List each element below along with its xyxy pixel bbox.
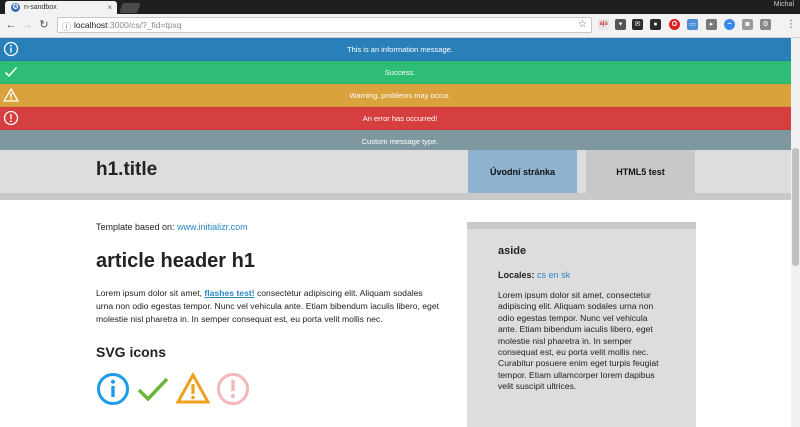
flash-text: Custom message type. xyxy=(361,136,439,146)
url-host: localhost xyxy=(74,20,108,30)
extension-mail-icon[interactable]: ✉ xyxy=(632,19,643,30)
favicon-icon: ✪ xyxy=(11,3,20,12)
flash-error[interactable]: An error has occurred! xyxy=(0,107,800,130)
aside-panel: aside Locales: cs en sk Lorem ipsum dolo… xyxy=(467,222,696,427)
flashes-test-link[interactable]: flashes test! xyxy=(204,288,254,298)
main-article: Template based on: www.initializr.com ar… xyxy=(96,222,441,406)
aside-paragraph: Lorem ipsum dolor sit amet, consectetur … xyxy=(498,290,659,392)
url-text: localhost:3000/cs/?_fid=tpxq xyxy=(74,20,182,30)
browser-menu-icon[interactable]: ⋮ xyxy=(786,19,796,30)
template-prefix: Template based on: xyxy=(96,222,178,232)
extension-messenger-icon[interactable]: ~ xyxy=(724,19,735,30)
locales-line: Locales: cs en sk xyxy=(498,270,668,280)
extension-monitor-icon[interactable]: ▭ xyxy=(687,19,698,30)
nav-item-home[interactable]: Úvodní stránka xyxy=(468,150,577,193)
forward-arrow-icon[interactable]: → xyxy=(20,18,34,32)
tab-close-icon[interactable]: × xyxy=(107,3,112,12)
locales-label: Locales: xyxy=(498,270,535,280)
flash-info[interactable]: This is an information message. xyxy=(0,38,800,61)
svg-icons-heading: SVG icons xyxy=(96,344,167,360)
page-scrollbar[interactable] xyxy=(791,38,800,427)
flash-messages: This is an information message. Success.… xyxy=(0,38,800,153)
flash-text: This is an information message. xyxy=(347,44,453,54)
nav-item-html5-test[interactable]: HTML5 test xyxy=(586,150,695,193)
warning-triangle-icon xyxy=(175,371,211,406)
check-icon xyxy=(136,372,170,406)
page-info-icon[interactable]: ⓘ xyxy=(62,20,71,33)
warning-triangle-icon xyxy=(3,87,19,102)
extension-settings-icon[interactable]: ⚙ xyxy=(760,19,771,30)
scrollbar-thumb[interactable] xyxy=(792,148,799,266)
locale-link-en[interactable]: en xyxy=(549,270,559,280)
extension-pocket-icon[interactable]: ▾ xyxy=(615,19,626,30)
bookmark-star-icon[interactable]: ☆ xyxy=(578,19,587,30)
svg-icons-row xyxy=(96,371,441,406)
locale-link-sk[interactable]: sk xyxy=(561,270,570,280)
initializr-link[interactable]: www.initializr.com xyxy=(177,222,248,232)
template-line: Template based on: www.initializr.com xyxy=(96,222,441,232)
extension-dark-icon[interactable]: ● xyxy=(650,19,661,30)
site-header: h1.title Úvodní stránka HTML5 test xyxy=(0,150,791,193)
aside-title: aside xyxy=(498,245,527,257)
error-circle-icon xyxy=(216,372,250,406)
site-title: h1.title xyxy=(96,159,158,180)
browser-toolbar: ← → ↻ ⓘ localhost:3000/cs/?_fid=tpxq ☆ a… xyxy=(0,14,800,38)
extension-opera-icon[interactable]: O xyxy=(669,19,680,30)
url-path: :3000/cs/?_fid=tpxq xyxy=(107,20,182,30)
reload-icon[interactable]: ↻ xyxy=(37,18,51,32)
extension-camera-icon[interactable]: ◙ xyxy=(742,19,753,30)
flash-text: Warning, problems may occur. xyxy=(349,90,451,100)
header-divider xyxy=(0,193,791,200)
browser-titlebar: ✪ n-sandbox × Michal xyxy=(0,0,800,14)
back-arrow-icon[interactable]: ← xyxy=(4,18,18,32)
article-paragraph: Lorem ipsum dolor sit amet, flashes test… xyxy=(96,287,441,326)
flash-warning[interactable]: Warning, problems may occur. xyxy=(0,84,800,107)
lorem-before: Lorem ipsum dolor sit amet, xyxy=(96,288,205,298)
locale-link-cs[interactable]: cs xyxy=(537,270,546,280)
extension-video-icon[interactable]: ▸ xyxy=(706,19,717,30)
tab-title: n-sandbox xyxy=(24,4,57,11)
info-circle-icon xyxy=(3,41,19,57)
profile-name[interactable]: Michal xyxy=(774,1,794,8)
browser-tab[interactable]: ✪ n-sandbox × xyxy=(5,1,117,14)
extension-abp-icon[interactable]: a|s xyxy=(598,19,609,30)
error-circle-icon xyxy=(3,110,19,126)
aside-content: aside Locales: cs en sk Lorem ipsum dolo… xyxy=(498,245,668,393)
flash-text: Success. xyxy=(384,67,416,77)
flash-success[interactable]: Success. xyxy=(0,61,800,84)
check-icon xyxy=(4,66,18,78)
article-title: article header h1 xyxy=(96,250,255,272)
info-circle-icon xyxy=(96,372,130,406)
new-tab-button[interactable] xyxy=(119,3,141,13)
address-bar[interactable]: ⓘ localhost:3000/cs/?_fid=tpxq ☆ xyxy=(57,17,592,33)
flash-text: An error has occurred! xyxy=(362,113,438,123)
